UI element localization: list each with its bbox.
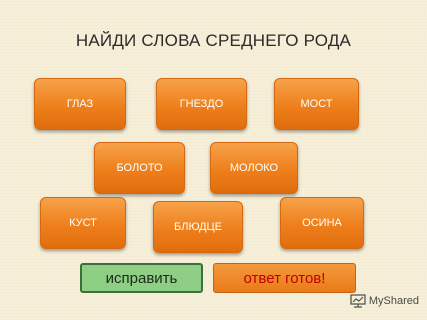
watermark-text: MyShared xyxy=(368,295,419,307)
answer-ready-button[interactable]: ответ готов! xyxy=(213,263,356,293)
word-card-blyudtse[interactable]: БЛЮДЦЕ xyxy=(153,201,243,253)
word-card-label: МОСТ xyxy=(300,98,333,110)
page-title: НАЙДИ СЛОВА СРЕДНЕГО РОДА xyxy=(75,31,352,50)
word-card-moloko[interactable]: МОЛОКО xyxy=(210,142,298,194)
answer-ready-button-label: ответ готов! xyxy=(243,269,326,287)
word-card-glaz[interactable]: ГЛАЗ xyxy=(34,78,126,130)
word-card-gnezdo[interactable]: ГНЕЗДО xyxy=(156,78,247,130)
word-card-label: ГЛАЗ xyxy=(66,98,94,110)
word-card-label: ОСИНА xyxy=(302,217,342,229)
word-card-label: ГНЕЗДО xyxy=(179,98,224,110)
word-card-label: МОЛОКО xyxy=(229,162,279,174)
presentation-icon xyxy=(350,294,366,308)
fix-button-label: исправить xyxy=(105,269,178,287)
fix-button[interactable]: исправить xyxy=(80,263,203,293)
word-card-most[interactable]: МОСТ xyxy=(274,78,359,130)
word-card-label: КУСТ xyxy=(69,217,97,229)
word-card-boloto[interactable]: БОЛОТО xyxy=(94,142,185,194)
word-card-label: БОЛОТО xyxy=(116,162,163,174)
word-card-label: БЛЮДЦЕ xyxy=(174,221,222,233)
word-card-kust[interactable]: КУСТ xyxy=(40,197,126,249)
word-card-osina[interactable]: ОСИНА xyxy=(280,197,364,249)
watermark: MyShared xyxy=(350,294,419,308)
